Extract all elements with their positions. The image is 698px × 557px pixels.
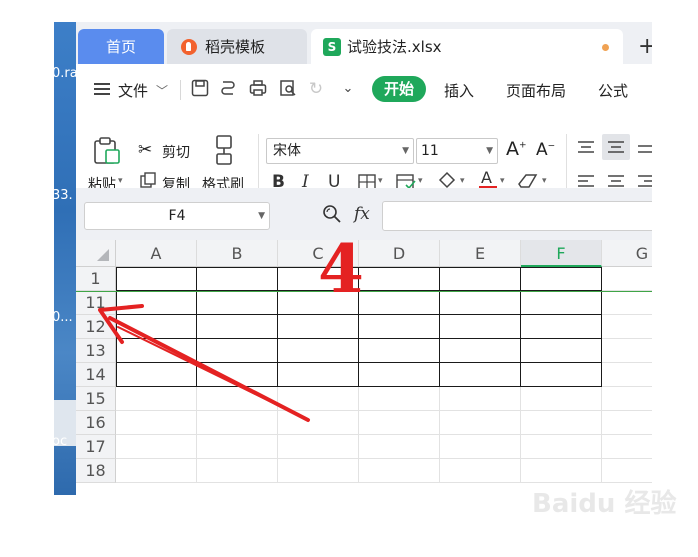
print-icon[interactable]: [248, 79, 268, 99]
font-size-select[interactable]: 11 ▼: [416, 138, 498, 164]
table-border: [601, 267, 602, 387]
spreadsheet-window: 首页 稻壳模板 S 试验技法.xlsx + 文件 ﹀ ↻ ⌄ 开始 插入 页面布…: [76, 22, 652, 495]
align-top-icon[interactable]: [576, 140, 596, 160]
svg-text:A: A: [481, 168, 492, 187]
table-border: [196, 267, 197, 387]
desktop-icon-label: 0.ra: [54, 66, 76, 81]
tab-home[interactable]: 首页: [78, 29, 164, 64]
desktop-background: 0.ra 33. 0... oc: [54, 22, 76, 495]
freeze-pane-line: [76, 291, 652, 292]
redo-icon[interactable]: ↻: [306, 79, 326, 99]
column-header-d[interactable]: D: [359, 240, 440, 267]
spreadsheet-file-icon: S: [323, 37, 341, 56]
menu-file[interactable]: 文件: [118, 80, 148, 101]
font-name-value: 宋体: [273, 143, 301, 159]
paste-dropdown-icon[interactable]: ▾: [118, 176, 123, 186]
table-border: [116, 267, 117, 387]
decrease-font-size-icon[interactable]: A−: [536, 140, 555, 160]
zoom-icon[interactable]: [322, 204, 342, 229]
name-box-value: F4: [168, 208, 186, 224]
table-border: [116, 362, 602, 363]
column-header-g[interactable]: G: [602, 240, 652, 267]
tab-start[interactable]: 开始: [372, 76, 426, 102]
align-middle-icon[interactable]: [602, 134, 630, 160]
font-size-value: 11: [421, 143, 439, 159]
chevron-down-icon[interactable]: ▾: [418, 176, 423, 186]
desktop-icon-label: 0...: [54, 310, 73, 325]
chevron-down-icon[interactable]: ﹀: [156, 82, 168, 99]
row-header[interactable]: 1: [76, 267, 116, 291]
column-header-f[interactable]: F: [521, 240, 602, 267]
cut-button[interactable]: 剪切: [162, 142, 190, 162]
table-border: [116, 314, 602, 315]
table-border: [520, 267, 521, 387]
paste-icon[interactable]: [92, 136, 122, 170]
chevron-down-icon[interactable]: ▾: [378, 176, 383, 186]
desktop-icon-label: oc: [54, 434, 68, 449]
unsaved-dot-icon: [602, 44, 609, 51]
row-header[interactable]: 12: [76, 315, 116, 339]
formula-input[interactable]: [382, 201, 652, 231]
tab-bar: 首页 稻壳模板 S 试验技法.xlsx +: [76, 22, 652, 64]
tab-file-label: 试验技法.xlsx: [347, 38, 442, 56]
save-icon[interactable]: [190, 79, 210, 99]
menu-row: 文件 ﹀ ↻ ⌄ 开始 插入 页面布局 公式: [76, 64, 652, 112]
row-header[interactable]: 17: [76, 435, 116, 459]
tab-formulas[interactable]: 公式: [598, 80, 628, 101]
chevron-down-icon[interactable]: ▾: [542, 176, 547, 186]
tab-home-label: 首页: [105, 38, 136, 56]
new-tab-plus-icon[interactable]: +: [638, 34, 652, 59]
tab-template[interactable]: 稻壳模板: [167, 29, 307, 64]
tab-template-label: 稻壳模板: [205, 38, 266, 56]
name-box[interactable]: F4 ▼: [84, 202, 270, 230]
divider: [180, 80, 181, 100]
export-icon[interactable]: [218, 79, 238, 99]
tab-insert[interactable]: 插入: [444, 80, 474, 101]
table-border: [116, 386, 602, 387]
column-header-e[interactable]: E: [440, 240, 521, 267]
column-header-a[interactable]: A: [116, 240, 197, 267]
row-header[interactable]: 16: [76, 411, 116, 435]
docer-logo-icon: [181, 38, 197, 55]
chevron-down-icon: ▼: [486, 146, 493, 156]
row-header[interactable]: 13: [76, 339, 116, 363]
select-all-corner[interactable]: [76, 240, 116, 267]
tab-page-layout[interactable]: 页面布局: [506, 80, 566, 101]
format-painter-icon[interactable]: [212, 134, 236, 170]
chevron-down-icon[interactable]: ▾: [460, 176, 465, 186]
step-annotation-number: 4: [318, 230, 364, 308]
table-border: [116, 338, 602, 339]
desktop-icon-label: 33.: [54, 188, 73, 203]
customize-dropdown-icon[interactable]: ⌄: [338, 79, 358, 99]
spreadsheet-grid[interactable]: A B C D E F G 1 11 12 13 14 15 16 17 18: [76, 240, 652, 495]
table-border: [277, 267, 278, 387]
row-header[interactable]: 11: [76, 291, 116, 315]
row-header[interactable]: 14: [76, 363, 116, 387]
toolbar: 粘贴 ▾ ✂ 剪切 复制 格式刷 宋体 ▼ 11 ▼ A+ A− B I U ▾…: [76, 112, 652, 200]
watermark-text: Baidu 经验: [532, 489, 677, 519]
hamburger-icon[interactable]: [94, 83, 110, 95]
column-header-b[interactable]: B: [197, 240, 278, 267]
formula-bar: F4 ▼ fx: [76, 188, 652, 240]
chevron-down-icon[interactable]: ▾: [500, 176, 505, 186]
table-border: [439, 267, 440, 387]
font-name-select[interactable]: 宋体 ▼: [266, 138, 414, 164]
scissors-icon[interactable]: ✂: [138, 140, 152, 160]
chevron-down-icon: ▼: [258, 211, 265, 221]
increase-font-size-icon[interactable]: A+: [506, 138, 527, 160]
row-header[interactable]: 15: [76, 387, 116, 411]
chevron-down-icon: ▼: [402, 146, 409, 156]
row-header[interactable]: 18: [76, 459, 116, 483]
ribbon: 文件 ﹀ ↻ ⌄ 开始 插入 页面布局 公式 粘贴 ▾ ✂ 剪切 复制 格式刷 …: [76, 64, 652, 200]
align-bottom-icon[interactable]: [636, 140, 652, 160]
fx-icon[interactable]: fx: [354, 204, 370, 224]
tab-file[interactable]: S 试验技法.xlsx: [311, 29, 623, 64]
print-preview-icon[interactable]: [278, 79, 298, 99]
